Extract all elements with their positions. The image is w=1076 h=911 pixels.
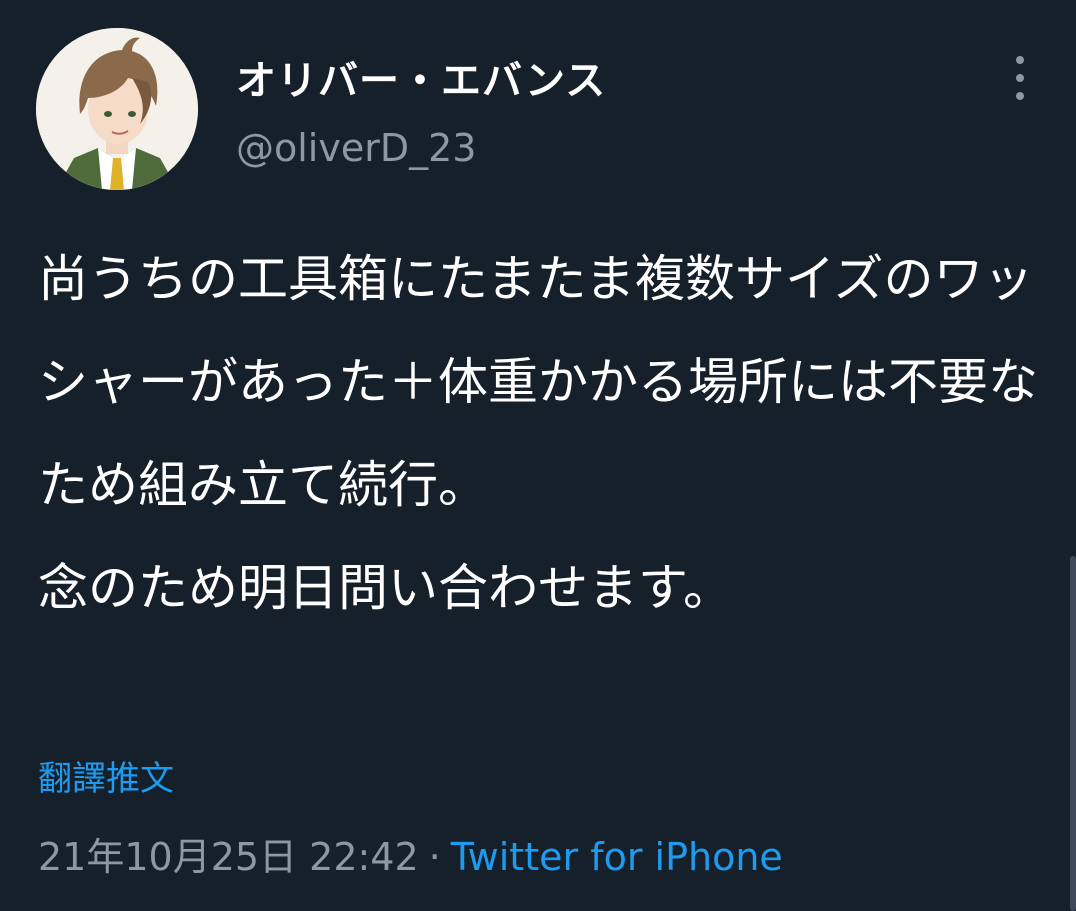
tweet-detail: オリバー・エバンス @oliverD_23 尚うちの工具箱にたまたま複数サイズの… xyxy=(0,0,1076,911)
meta-separator: · xyxy=(428,835,441,879)
tweet-source-link[interactable]: Twitter for iPhone xyxy=(451,835,783,879)
author-display-name[interactable]: オリバー・エバンス xyxy=(236,48,606,106)
translate-tweet-link[interactable]: 翻譯推文 xyxy=(38,751,174,800)
tweet-text: 尚うちの工具箱にたまたま複数サイズのワッシャーがあった＋体重かかる場所には不要な… xyxy=(38,250,1038,617)
anime-character-avatar-icon xyxy=(36,28,198,190)
avatar[interactable] xyxy=(36,28,198,190)
tweet-meta: 21年10月25日 22:42 · Twitter for iPhone xyxy=(38,826,783,881)
more-dot xyxy=(1016,74,1024,82)
tweet-timestamp[interactable]: 21年10月25日 22:42 xyxy=(38,835,419,879)
scrollbar[interactable] xyxy=(1070,556,1076,911)
more-vertical-icon[interactable] xyxy=(1004,56,1036,100)
more-dot xyxy=(1016,56,1024,64)
author-handle[interactable]: @oliverD_23 xyxy=(236,126,476,170)
more-dot xyxy=(1016,92,1024,100)
